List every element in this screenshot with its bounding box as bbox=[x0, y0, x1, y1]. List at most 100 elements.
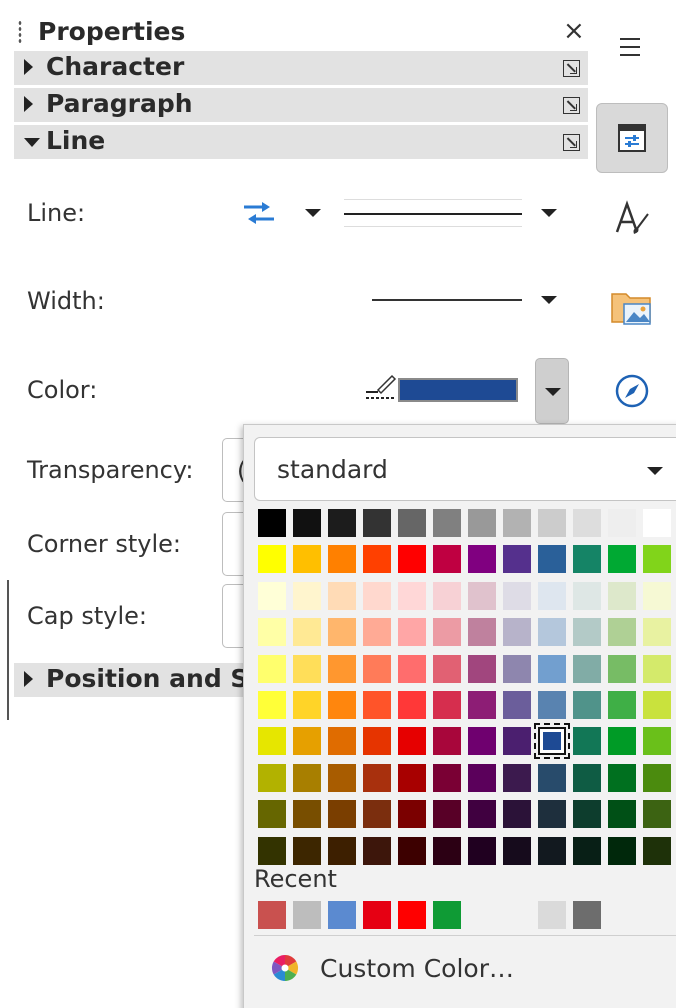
color-swatch[interactable] bbox=[608, 763, 636, 792]
color-swatch[interactable] bbox=[534, 723, 570, 760]
color-swatch[interactable] bbox=[363, 618, 391, 647]
color-swatch[interactable] bbox=[363, 509, 391, 537]
color-swatch[interactable] bbox=[608, 800, 636, 829]
color-swatch[interactable] bbox=[573, 763, 601, 792]
color-swatch[interactable] bbox=[363, 690, 391, 719]
color-swatch[interactable] bbox=[293, 618, 321, 647]
color-swatch[interactable] bbox=[538, 690, 566, 719]
color-swatch[interactable] bbox=[328, 654, 356, 683]
color-swatch[interactable] bbox=[293, 581, 321, 610]
color-swatch[interactable] bbox=[643, 654, 671, 683]
recent-color-swatch[interactable] bbox=[503, 901, 531, 929]
color-swatch[interactable] bbox=[503, 800, 531, 829]
color-swatch[interactable] bbox=[293, 690, 321, 719]
color-swatch[interactable] bbox=[573, 618, 601, 647]
color-swatch[interactable] bbox=[328, 727, 356, 756]
color-swatch[interactable] bbox=[433, 654, 461, 683]
color-swatch[interactable] bbox=[258, 618, 286, 647]
panel-line-header[interactable]: Line bbox=[14, 125, 588, 159]
color-swatch[interactable] bbox=[258, 763, 286, 792]
custom-color-button[interactable]: Custom Color… bbox=[270, 951, 514, 985]
color-swatch[interactable] bbox=[398, 727, 426, 756]
color-swatch[interactable] bbox=[608, 545, 636, 574]
color-swatch[interactable] bbox=[538, 581, 566, 610]
color-swatch[interactable] bbox=[573, 581, 601, 610]
more-options-icon[interactable] bbox=[563, 97, 580, 114]
panel-paragraph-header[interactable]: Paragraph bbox=[14, 88, 588, 122]
color-swatch[interactable] bbox=[573, 545, 601, 574]
color-swatch[interactable] bbox=[503, 763, 531, 792]
color-swatch[interactable] bbox=[328, 545, 356, 574]
color-swatch[interactable] bbox=[643, 581, 671, 610]
color-swatch[interactable] bbox=[468, 836, 496, 865]
color-swatch[interactable] bbox=[538, 800, 566, 829]
color-swatch[interactable] bbox=[608, 618, 636, 647]
color-swatch[interactable] bbox=[503, 727, 531, 756]
color-swatch[interactable] bbox=[398, 581, 426, 610]
color-swatch[interactable] bbox=[468, 690, 496, 719]
color-swatch[interactable] bbox=[433, 618, 461, 647]
line-color-pen-icon[interactable] bbox=[364, 370, 398, 406]
palette-select[interactable]: standard bbox=[254, 437, 676, 501]
color-swatch[interactable] bbox=[293, 545, 321, 574]
color-swatch[interactable] bbox=[363, 836, 391, 865]
color-swatch[interactable] bbox=[398, 690, 426, 719]
color-swatch[interactable] bbox=[293, 727, 321, 756]
line-style-dropdown-icon[interactable] bbox=[541, 209, 557, 217]
color-swatch[interactable] bbox=[293, 509, 321, 537]
line-color-dropdown-button[interactable] bbox=[535, 358, 569, 424]
tab-properties[interactable] bbox=[596, 103, 668, 173]
tab-navigator[interactable] bbox=[596, 356, 668, 426]
color-swatch[interactable] bbox=[293, 836, 321, 865]
arrow-style-icon[interactable] bbox=[242, 200, 276, 226]
panel-character-header[interactable]: Character bbox=[14, 51, 588, 85]
line-style-select[interactable] bbox=[344, 199, 522, 227]
color-swatch[interactable] bbox=[608, 509, 636, 537]
color-swatch[interactable] bbox=[433, 545, 461, 574]
color-swatch[interactable] bbox=[573, 654, 601, 683]
recent-color-swatch[interactable] bbox=[468, 901, 496, 929]
color-swatch[interactable] bbox=[573, 836, 601, 865]
color-swatch[interactable] bbox=[608, 727, 636, 756]
color-swatch[interactable] bbox=[398, 618, 426, 647]
more-options-icon[interactable] bbox=[563, 60, 580, 77]
color-swatch[interactable] bbox=[503, 690, 531, 719]
color-swatch[interactable] bbox=[538, 654, 566, 683]
color-swatch[interactable] bbox=[398, 836, 426, 865]
color-swatch[interactable] bbox=[363, 800, 391, 829]
color-swatch[interactable] bbox=[258, 654, 286, 683]
recent-color-swatch[interactable] bbox=[293, 901, 321, 929]
recent-color-swatch[interactable] bbox=[433, 901, 461, 929]
panel-position-header[interactable]: Position and S bbox=[14, 663, 254, 697]
color-swatch[interactable] bbox=[398, 763, 426, 792]
more-options-icon[interactable] bbox=[563, 134, 580, 151]
color-swatch[interactable] bbox=[608, 654, 636, 683]
color-swatch[interactable] bbox=[468, 800, 496, 829]
color-swatch[interactable] bbox=[608, 690, 636, 719]
line-width-dropdown-icon[interactable] bbox=[541, 296, 557, 304]
color-swatch[interactable] bbox=[643, 800, 671, 829]
color-swatch[interactable] bbox=[538, 763, 566, 792]
color-swatch[interactable] bbox=[538, 509, 566, 537]
color-swatch[interactable] bbox=[363, 581, 391, 610]
color-swatch[interactable] bbox=[363, 654, 391, 683]
color-swatch[interactable] bbox=[608, 581, 636, 610]
color-swatch[interactable] bbox=[363, 763, 391, 792]
color-swatch[interactable] bbox=[573, 509, 601, 537]
color-swatch[interactable] bbox=[293, 763, 321, 792]
color-swatch[interactable] bbox=[643, 763, 671, 792]
color-swatch[interactable] bbox=[258, 836, 286, 865]
recent-color-swatch[interactable] bbox=[538, 901, 566, 929]
color-swatch[interactable] bbox=[433, 836, 461, 865]
color-swatch[interactable] bbox=[433, 800, 461, 829]
color-swatch[interactable] bbox=[643, 690, 671, 719]
close-icon[interactable]: × bbox=[563, 16, 585, 46]
color-swatch[interactable] bbox=[643, 836, 671, 865]
recent-color-swatch[interactable] bbox=[363, 901, 391, 929]
color-swatch[interactable] bbox=[643, 618, 671, 647]
color-swatch[interactable] bbox=[468, 545, 496, 574]
color-swatch[interactable] bbox=[503, 545, 531, 574]
color-swatch[interactable] bbox=[398, 800, 426, 829]
color-swatch[interactable] bbox=[433, 509, 461, 537]
color-swatch[interactable] bbox=[293, 800, 321, 829]
